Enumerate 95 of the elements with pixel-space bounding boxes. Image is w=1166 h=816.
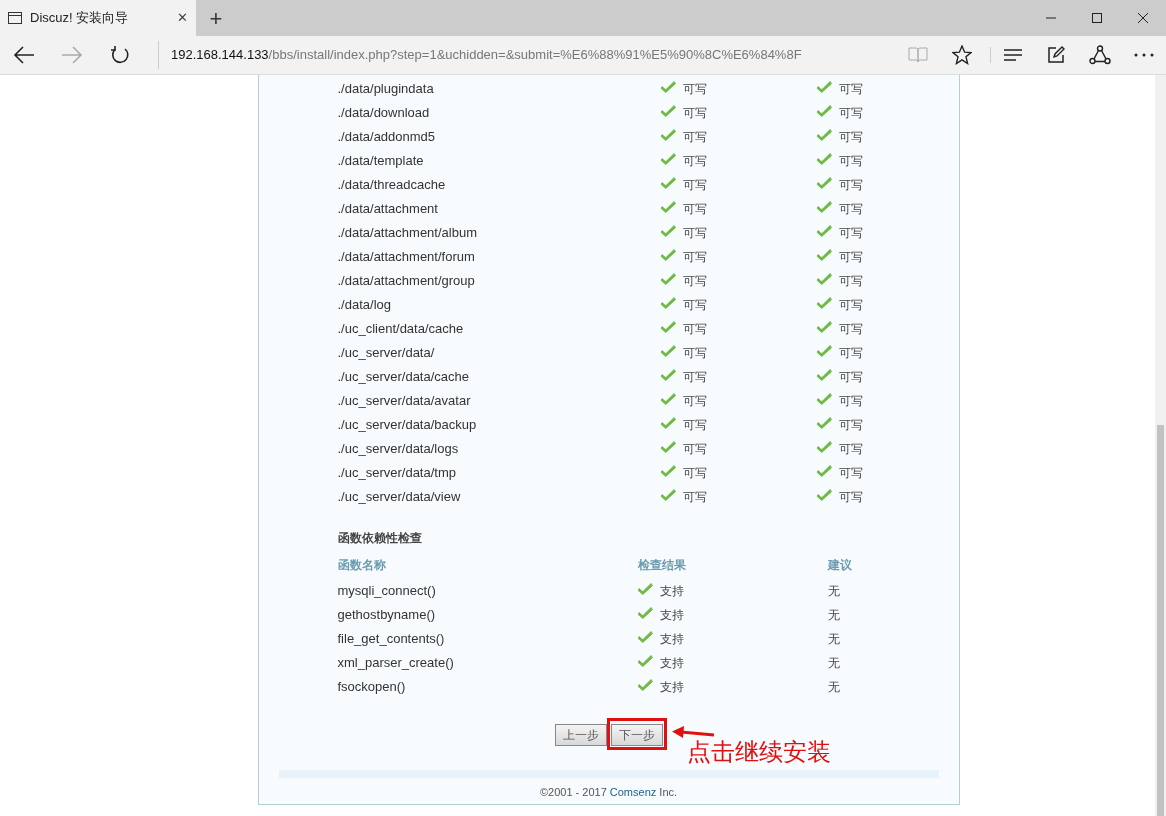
- directory-path: ./data/addonmd5: [337, 128, 437, 147]
- directory-path: ./uc_server/data/view: [337, 488, 462, 507]
- directory-path: ./data/plugindata: [337, 80, 435, 99]
- status-text: 可写: [838, 177, 863, 194]
- close-tab-button[interactable]: ✕: [177, 8, 188, 28]
- status-text: 可写: [838, 489, 863, 506]
- browser-tab[interactable]: Discuz! 安装向导 ✕: [0, 0, 196, 36]
- directory-path: ./data/template: [337, 152, 425, 171]
- directory-path: ./data/download: [337, 104, 431, 123]
- status-text: 可写: [682, 489, 707, 506]
- directory-path: ./uc_server/data/logs: [337, 440, 460, 459]
- directory-path: ./data/attachment/album: [337, 224, 478, 243]
- directory-path: ./data/attachment/group: [337, 272, 476, 291]
- advice-text: 无: [827, 607, 840, 624]
- advice-text: 无: [827, 655, 840, 672]
- menu-lines-icon[interactable]: [1002, 47, 1023, 63]
- directory-path: ./uc_client/data/cache: [337, 320, 465, 339]
- status-text: 可写: [838, 393, 863, 410]
- tab-title: Discuz! 安装向导: [30, 9, 130, 28]
- annotation-text: 点击继续安装: [686, 738, 831, 767]
- more-icon[interactable]: [1134, 53, 1154, 57]
- status-text: 可写: [838, 369, 863, 386]
- status-text: 可写: [682, 417, 707, 434]
- column-header: 建议: [827, 557, 852, 574]
- back-button[interactable]: 上一步: [555, 724, 607, 746]
- status-text: 可写: [682, 81, 707, 98]
- status-text: 可写: [682, 297, 707, 314]
- status-text: 可写: [838, 153, 863, 170]
- status-text: 可写: [682, 153, 707, 170]
- pen-note-icon[interactable]: [1047, 46, 1065, 64]
- status-text: 可写: [682, 225, 707, 242]
- result-text: 支持: [659, 655, 684, 672]
- star-icon[interactable]: [952, 45, 972, 65]
- status-text: 可写: [838, 465, 863, 482]
- status-text: 可写: [838, 417, 863, 434]
- directory-path: ./data/log: [337, 296, 392, 315]
- status-text: 可写: [682, 105, 707, 122]
- arrow-icon: [670, 726, 715, 740]
- status-text: 可写: [682, 393, 707, 410]
- status-text: 可写: [838, 201, 863, 218]
- copyright-text: ©2001 - 2017 Comsenz Inc.: [538, 785, 679, 800]
- status-text: 可写: [682, 441, 707, 458]
- status-text: 可写: [682, 345, 707, 362]
- status-text: 可写: [838, 129, 863, 146]
- scroll-thumb[interactable]: [1157, 425, 1164, 816]
- directory-path: ./uc_server/data/cache: [337, 368, 471, 387]
- directory-path: ./uc_server/data/: [337, 344, 436, 363]
- status-text: 可写: [838, 105, 863, 122]
- status-text: 可写: [838, 441, 863, 458]
- status-text: 可写: [838, 297, 863, 314]
- function-name: xml_parser_create(): [337, 654, 455, 673]
- column-header: 函数名称: [337, 557, 387, 574]
- status-text: 可写: [838, 273, 863, 290]
- status-text: 可写: [838, 225, 863, 242]
- status-text: 可写: [838, 81, 863, 98]
- maximize-icon[interactable]: [1091, 12, 1103, 24]
- function-name: file_get_contents(): [337, 630, 446, 649]
- next-button[interactable]: 下一步: [611, 724, 663, 746]
- advice-text: 无: [827, 631, 840, 648]
- status-text: 可写: [682, 177, 707, 194]
- back-arrow-icon[interactable]: [13, 46, 35, 64]
- status-text: 可写: [682, 273, 707, 290]
- section-title: 函数依赖性检查: [337, 530, 423, 547]
- scrollbar[interactable]: [1155, 75, 1166, 816]
- advice-text: 无: [827, 583, 840, 600]
- directory-path: ./uc_server/data/backup: [337, 416, 478, 435]
- function-name: mysqli_connect(): [337, 582, 437, 601]
- result-text: 支持: [659, 631, 684, 648]
- share-icon[interactable]: [1089, 45, 1111, 65]
- close-icon[interactable]: [1137, 12, 1149, 24]
- refresh-icon[interactable]: [110, 45, 130, 65]
- status-text: 可写: [682, 249, 707, 266]
- status-text: 可写: [682, 465, 707, 482]
- status-text: 可写: [838, 345, 863, 362]
- directory-path: ./data/attachment: [337, 200, 439, 219]
- column-header: 检查结果: [637, 557, 687, 574]
- advice-text: 无: [827, 679, 840, 696]
- status-text: 可写: [838, 321, 863, 338]
- directory-path: ./data/threadcache: [337, 176, 447, 195]
- function-name: fsockopen(): [337, 678, 407, 697]
- new-tab-button[interactable]: +: [196, 0, 236, 36]
- directory-path: ./data/attachment/forum: [337, 248, 476, 267]
- result-text: 支持: [659, 607, 684, 624]
- directory-path: ./uc_server/data/tmp: [337, 464, 457, 483]
- status-text: 可写: [682, 129, 707, 146]
- result-text: 支持: [659, 583, 684, 600]
- directory-path: ./uc_server/data/avatar: [337, 392, 472, 411]
- result-text: 支持: [659, 679, 684, 696]
- status-text: 可写: [682, 321, 707, 338]
- status-text: 可写: [682, 201, 707, 218]
- status-text: 可写: [838, 249, 863, 266]
- status-text: 可写: [682, 369, 707, 386]
- function-name: gethostbyname(): [337, 606, 437, 625]
- page-icon: [8, 12, 22, 24]
- comsenz-link[interactable]: Comsenz: [609, 786, 657, 798]
